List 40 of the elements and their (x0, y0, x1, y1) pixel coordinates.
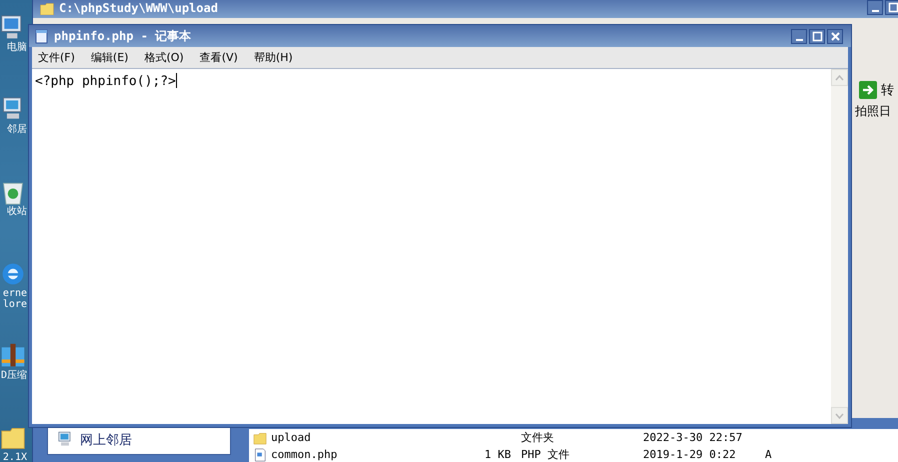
window-title: C:\phpStudy\WWW\upload (59, 0, 218, 14)
desktop-icon-label: lore (2, 299, 27, 310)
sidebar-item[interactable]: 网上邻居 (47, 425, 231, 455)
go-label[interactable]: 转 (881, 81, 894, 99)
close-button[interactable] (827, 28, 843, 44)
desktop-icon-label: D压缩 (0, 370, 27, 381)
file-size: 1 KB (484, 448, 512, 461)
file-date: 2019-1-29 0:22 (643, 448, 737, 461)
window-title: phpinfo.php - 记事本 (54, 28, 192, 44)
menu-item[interactable]: 帮助(H) (254, 50, 293, 65)
maximize-button[interactable] (885, 0, 898, 15)
file-attributes: A (765, 448, 773, 461)
minimize-button[interactable] (791, 28, 807, 44)
maximize-button[interactable] (809, 28, 825, 44)
menu-item[interactable]: 文件(F) (38, 50, 75, 65)
caret-up-icon (835, 74, 844, 80)
caret-down-icon (835, 412, 844, 418)
desktop-icon-label: erne (2, 288, 27, 299)
minimize-button[interactable] (867, 0, 883, 15)
file-name[interactable]: common.php (271, 448, 471, 461)
notepad-icon (35, 28, 48, 44)
maximize-icon (812, 30, 822, 42)
menu-item[interactable]: 格式(O) (144, 50, 184, 65)
file-type: 文件夹 (521, 430, 555, 445)
desktop-icon-label: 电脑 (7, 42, 27, 53)
column-header[interactable]: 拍照日 (855, 103, 891, 120)
desktop-icon-label: 收站 (7, 206, 27, 217)
maximize-icon (888, 2, 898, 13)
file-date: 2022-3-30 22:57 (643, 431, 744, 444)
menu-item[interactable]: 编辑(E) (90, 50, 128, 65)
minimize-icon (872, 10, 878, 12)
menu-item[interactable]: 查看(V) (200, 50, 238, 65)
file-name[interactable]: upload (271, 431, 471, 444)
desktop-icon-label: 2.1X (2, 452, 27, 462)
folder-icon (39, 0, 55, 14)
desktop-icon-label: 邻居 (7, 124, 27, 135)
folder-icon (253, 430, 267, 444)
minimize-icon (796, 38, 802, 40)
file-type: PHP 文件 (521, 447, 570, 462)
close-icon (830, 30, 840, 42)
